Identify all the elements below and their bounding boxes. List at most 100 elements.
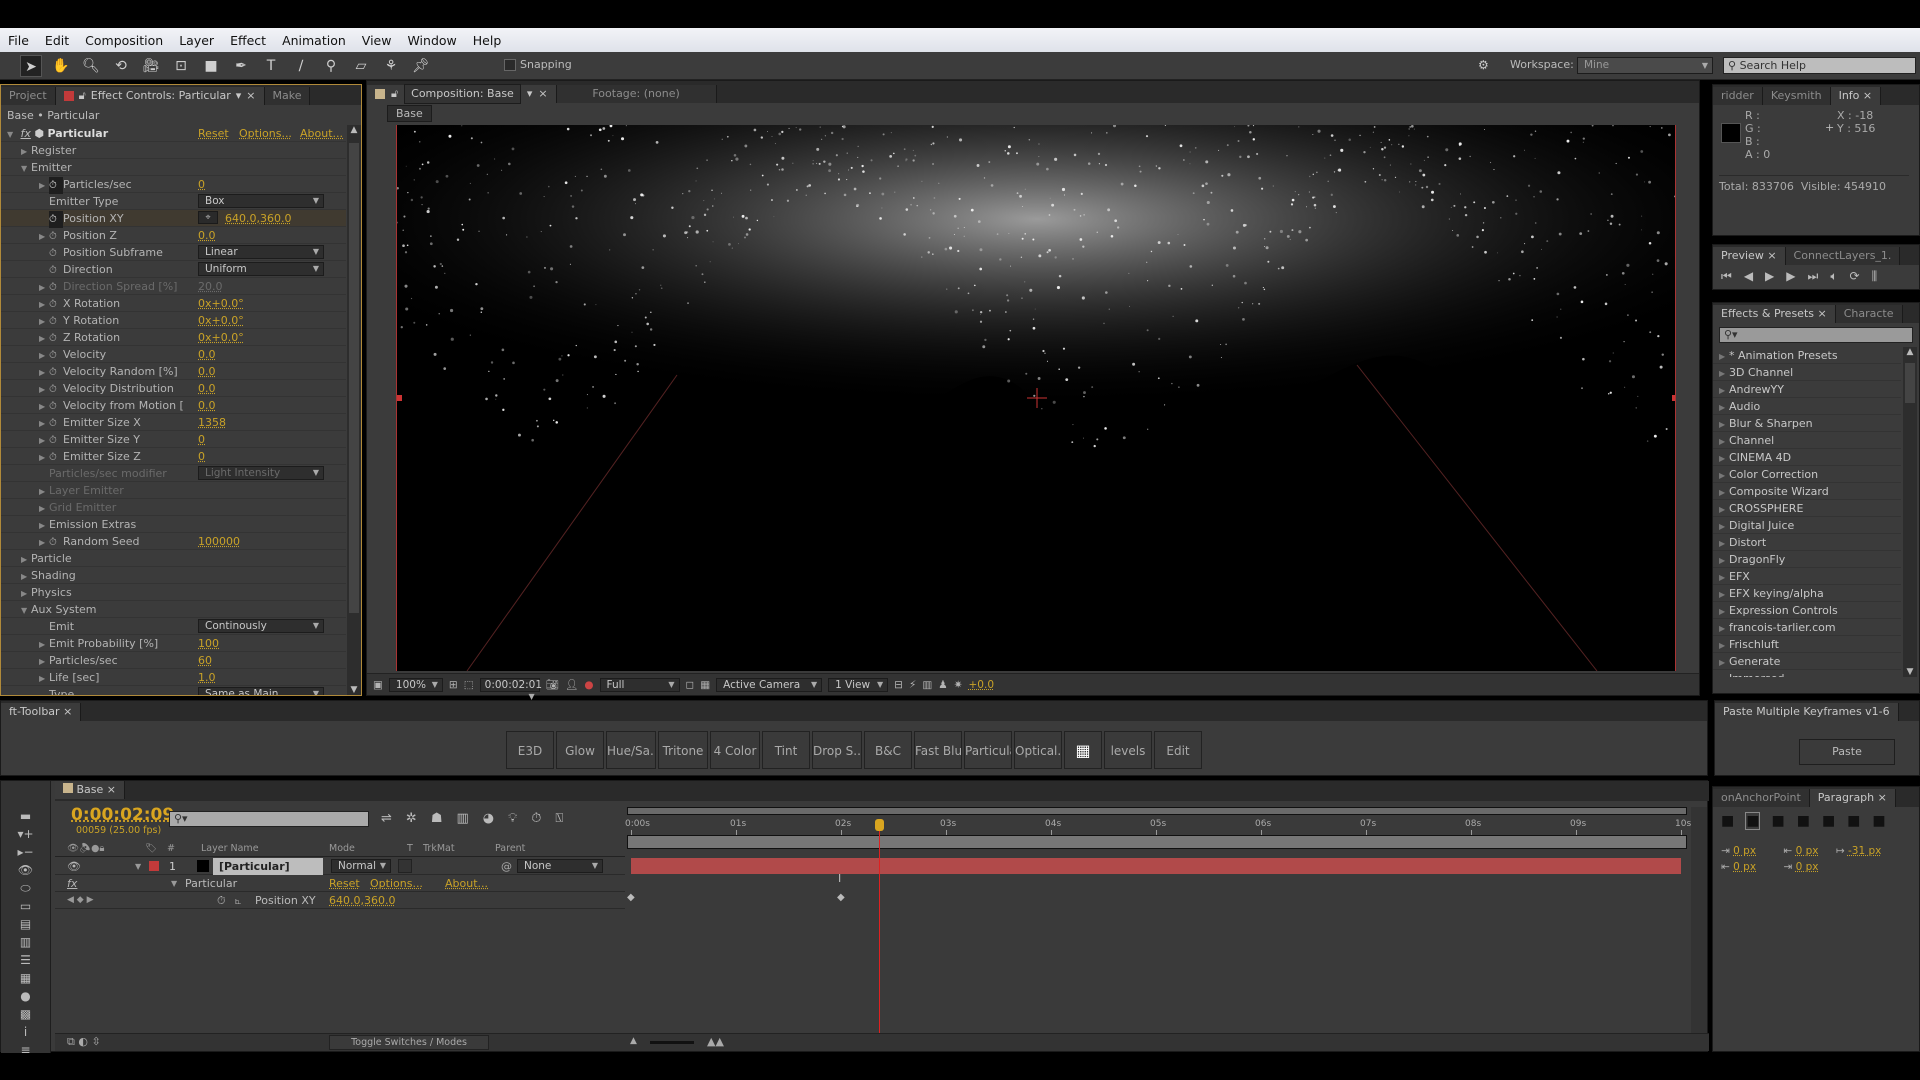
mask-visibility-icon[interactable]: ⬚: [464, 679, 474, 691]
transparency-grid-icon[interactable]: ▦: [700, 679, 710, 691]
property-value[interactable]: 0.0: [198, 346, 216, 363]
curves-button[interactable]: ▦: [1064, 731, 1102, 769]
lock-icon[interactable]: 🔓︎: [391, 85, 398, 103]
expand-triangle-icon[interactable]: ▶: [39, 313, 49, 330]
effects-category-item[interactable]: ▶ CROSSPHERE: [1713, 500, 1901, 517]
effects-scrollbar[interactable]: ▲ ▼: [1903, 347, 1917, 677]
effects-category-item[interactable]: ▶ AndrewYY: [1713, 381, 1901, 398]
scrollbar-thumb[interactable]: [349, 143, 359, 613]
tab-keysmith[interactable]: Keysmith: [1762, 87, 1831, 105]
close-icon[interactable]: ×: [1878, 791, 1887, 804]
expand-triangle-icon[interactable]: ▶: [39, 381, 49, 398]
effects-category-item[interactable]: ▶ Distort: [1713, 534, 1901, 551]
property-row[interactable]: ▶ ⏱ Emitter Size Z 0: [1, 448, 346, 465]
expand-triangle-icon[interactable]: ▶: [1719, 501, 1729, 518]
effects-search-input[interactable]: ⚲▾: [1719, 327, 1913, 343]
property-value[interactable]: 100000: [198, 533, 240, 550]
property-row[interactable]: Emit Continously: [1, 618, 346, 635]
expand-triangle-icon[interactable]: ▶: [1719, 365, 1729, 382]
paste-button[interactable]: Paste: [1799, 739, 1895, 765]
eraser-tool-icon[interactable]: ▱: [350, 55, 372, 77]
auto-keyframe-icon[interactable]: ⏱: [531, 811, 541, 826]
expand-triangle-icon[interactable]: ▼: [135, 858, 141, 875]
expand-triangle-icon[interactable]: ▶: [1719, 399, 1729, 416]
justify-all-icon[interactable]: ■: [1872, 813, 1885, 829]
channel-icon[interactable]: ●: [584, 679, 593, 691]
expand-triangle-icon[interactable]: ▶: [39, 653, 49, 670]
chevron-down-icon[interactable]: ▾: [527, 85, 533, 103]
expand-triangle-icon[interactable]: ▶: [39, 347, 49, 364]
expand-triangle-icon[interactable]: ▶: [1719, 620, 1729, 637]
property-row[interactable]: ▶ ⏱ Velocity 0.0: [1, 346, 346, 363]
comp-mini-flowchart-icon[interactable]: ⇌: [381, 811, 392, 826]
expand-triangle-icon[interactable]: ▶: [21, 568, 31, 585]
loop-icon[interactable]: ⟳: [1850, 269, 1860, 284]
property-dropdown[interactable]: Continously: [198, 619, 324, 633]
timeline-icon[interactable]: ▥: [922, 679, 932, 691]
expand-triangle-icon[interactable]: ▶: [39, 517, 49, 534]
expand-triangle-icon[interactable]: ▶: [39, 415, 49, 432]
flowchart-icon[interactable]: ♟: [938, 679, 947, 691]
property-value[interactable]: 640.0,360.0: [329, 892, 395, 909]
property-dropdown[interactable]: Linear: [198, 245, 324, 259]
ft-button-e3d[interactable]: E3D: [506, 731, 554, 769]
expand-triangle-icon[interactable]: ▶: [39, 330, 49, 347]
property-row[interactable]: ▶ ⏱ Velocity Distribution 0.0: [1, 380, 346, 397]
stopwatch-icon[interactable]: ⏱: [217, 892, 226, 909]
property-row[interactable]: ▶ Particles/sec 60: [1, 652, 346, 669]
expand-triangle-icon[interactable]: ▶: [21, 143, 31, 160]
draft-3d-icon[interactable]: ✲: [406, 811, 417, 826]
property-value[interactable]: 0: [198, 176, 205, 193]
property-value[interactable]: 0x+0.0°: [198, 312, 244, 329]
align-left-icon[interactable]: ■: [1721, 813, 1734, 829]
property-value[interactable]: 20.0: [198, 278, 223, 295]
scrollbar[interactable]: ▲ ▼: [347, 125, 361, 695]
effects-category-item[interactable]: ▶ Color Correction: [1713, 466, 1901, 483]
property-row[interactable]: ▶ ⏱ Position Z 0.0: [1, 227, 346, 244]
property-row[interactable]: ⏱ Position Subframe Linear: [1, 244, 346, 261]
ft-button-levels[interactable]: levels: [1104, 731, 1152, 769]
reset-exposure-icon[interactable]: ✷: [954, 679, 963, 691]
tab-make[interactable]: Make: [264, 87, 311, 105]
stopwatch-icon[interactable]: ⏱: [49, 313, 63, 330]
collapse-triangle-icon[interactable]: ▼: [21, 602, 31, 619]
property-row[interactable]: ▶ ⏱ Particles/sec 0: [1, 176, 346, 194]
property-row[interactable]: ▶ Layer Emitter: [1, 482, 346, 499]
close-icon[interactable]: ×: [107, 783, 116, 796]
stopwatch-icon[interactable]: ⏱: [49, 398, 63, 415]
graph-editor-icon[interactable]: ⍂: [555, 811, 563, 826]
expand-triangle-icon[interactable]: ▶: [1719, 569, 1729, 586]
property-row[interactable]: ▶ ⏱ Random Seed 100000: [1, 533, 346, 550]
ram-preview-icon[interactable]: ⫼: [1872, 269, 1878, 284]
safe-zones-icon[interactable]: ⊞: [449, 679, 458, 691]
property-row[interactable]: Type Same as Main: [1, 686, 346, 695]
about-link[interactable]: About...: [445, 875, 488, 892]
zoom-out-icon[interactable]: ▲: [630, 1036, 637, 1046]
menu-icon[interactable]: ≡: [1, 1041, 50, 1059]
rectangle-tool-icon[interactable]: ■: [200, 55, 222, 77]
expand-triangle-icon[interactable]: ▶: [1719, 603, 1729, 620]
menu-layer[interactable]: Layer: [179, 33, 214, 48]
expand-panes-icon[interactable]: ⧉ ◐ ⇳: [67, 1035, 101, 1049]
frame-handle[interactable]: [1672, 395, 1676, 401]
expand-triangle-icon[interactable]: ▶: [39, 398, 49, 415]
expand-triangle-icon[interactable]: ▼: [171, 875, 177, 892]
menu-window[interactable]: Window: [407, 33, 456, 48]
ft-button-b-c[interactable]: B&C: [864, 731, 912, 769]
previous-frame-icon[interactable]: ◀︎: [1744, 269, 1753, 284]
indent-right-value[interactable]: 0 px: [1733, 861, 1756, 873]
frame-handle[interactable]: [397, 395, 402, 401]
expand-triangle-icon[interactable]: ▶: [1719, 552, 1729, 569]
ft-button-particular[interactable]: Particular: [964, 731, 1012, 769]
property-row[interactable]: ▼ Aux System: [1, 601, 346, 618]
pan-behind-tool-icon[interactable]: ⊡: [170, 55, 192, 77]
zoom-slider[interactable]: [650, 1041, 694, 1044]
timeline-scrollbar[interactable]: [1691, 807, 1707, 1047]
expand-triangle-icon[interactable]: ▶: [1719, 535, 1729, 552]
exposure-value[interactable]: +0.0: [969, 679, 995, 691]
menu-file[interactable]: File: [8, 33, 29, 48]
playhead[interactable]: [874, 819, 884, 1043]
selection-tool-icon[interactable]: ➤: [20, 55, 42, 77]
snapshot-icon[interactable]: 📷︎: [546, 678, 559, 691]
comp-breadcrumb[interactable]: Base: [387, 105, 432, 122]
